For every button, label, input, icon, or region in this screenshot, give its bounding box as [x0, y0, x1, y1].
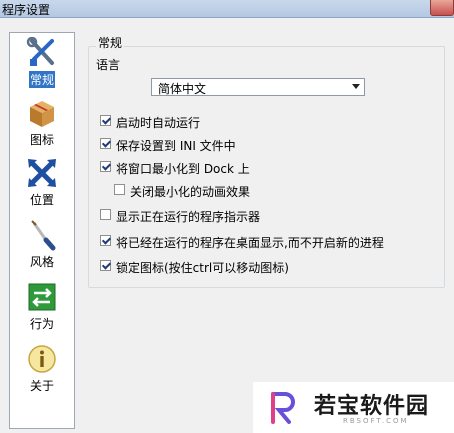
- option-label: 锁定图标(按住ctrl可以移动图标): [116, 261, 289, 275]
- sidebar-item-label: 行为: [29, 317, 54, 331]
- checkbox[interactable]: [100, 209, 111, 220]
- checkbox[interactable]: [100, 260, 111, 271]
- sidebar-item-label: 风格: [29, 255, 54, 269]
- option-label: 保存设置到 INI 文件中: [116, 139, 236, 153]
- checkbox[interactable]: [114, 184, 125, 195]
- watermark-text: 若宝软件园: [314, 394, 430, 419]
- arrows-icon: [28, 283, 56, 311]
- chevron-down-icon: [352, 84, 360, 89]
- sidebar-item-label: 常规: [28, 71, 55, 88]
- checkbox[interactable]: [100, 138, 111, 149]
- sidebar-item-label: 关于: [29, 379, 54, 393]
- paintbrush-icon: [31, 220, 56, 251]
- sidebar-item-label: 图标: [29, 133, 54, 147]
- option-label: 显示正在运行的程序指示器: [116, 210, 261, 224]
- tools-icon: [26, 37, 54, 66]
- sidebar-item-about[interactable]: 关于: [10, 343, 74, 394]
- sidebar-item-behavior[interactable]: 行为: [10, 281, 74, 332]
- window-title: 程序设置: [2, 3, 51, 17]
- language-select[interactable]: 简体中文: [151, 78, 365, 96]
- option-label: 将窗口最小化到 Dock 上: [116, 162, 250, 176]
- checkbox[interactable]: [100, 115, 111, 126]
- title-bar: 程序设置: [0, 0, 454, 18]
- option-label: 关闭最小化的动画效果: [130, 185, 251, 199]
- option-label: 将已经在运行的程序在桌面显示,而不开启新的进程: [116, 236, 384, 250]
- option-label: 启动时自动运行: [116, 116, 201, 130]
- language-label: 语言: [96, 58, 121, 72]
- watermark: 若宝软件园 RBSOFT.COM: [253, 382, 454, 433]
- sidebar-item-style[interactable]: 风格: [10, 219, 74, 270]
- package-icon: [30, 101, 54, 127]
- watermark-logo-icon: [271, 392, 295, 424]
- sidebar-item-label: 位置: [29, 193, 54, 207]
- watermark-subtext: RBSOFT.COM: [343, 417, 409, 425]
- section-title: 常规: [96, 34, 125, 51]
- sidebar-item-icons[interactable]: 图标: [10, 97, 74, 148]
- move-icon: [28, 159, 56, 187]
- language-select-value: 简体中文: [158, 82, 207, 96]
- checkbox[interactable]: [100, 235, 111, 246]
- checkbox[interactable]: [100, 161, 111, 172]
- info-icon: [28, 345, 56, 373]
- sidebar-item-general[interactable]: 常规: [10, 37, 74, 88]
- close-button[interactable]: [430, 0, 454, 16]
- sidebar-item-position[interactable]: 位置: [10, 157, 74, 208]
- settings-sidebar: 常规 图标 位置 风格 行为 关于: [9, 32, 75, 429]
